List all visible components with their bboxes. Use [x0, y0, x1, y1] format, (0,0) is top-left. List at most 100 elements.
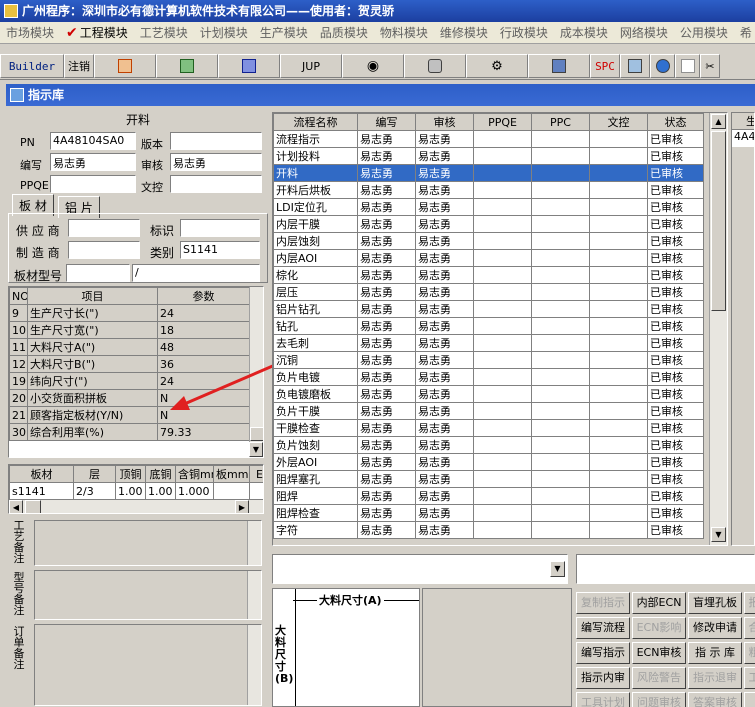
- action-button[interactable]: 粗: [744, 642, 755, 664]
- jup-button[interactable]: JUP: [280, 54, 342, 78]
- model-note-field[interactable]: [34, 570, 262, 620]
- menu-item-process[interactable]: 工艺模块: [134, 22, 194, 43]
- report-button[interactable]: [94, 54, 156, 78]
- column-header-value[interactable]: 参数: [157, 287, 250, 305]
- scroll-left-arrow-icon[interactable]: ◀: [9, 500, 23, 513]
- action-button[interactable]: 报: [744, 592, 755, 614]
- menu-item-production[interactable]: 生产模块: [254, 22, 314, 43]
- menu-item-more[interactable]: 希: [734, 22, 755, 43]
- column-header[interactable]: 板材: [9, 465, 74, 483]
- table-row[interactable]: LDI定位孔 易志勇 易志勇 已审核: [273, 198, 704, 216]
- supplier-field[interactable]: [68, 219, 140, 237]
- scroll-right-arrow-icon[interactable]: ▶: [235, 500, 249, 513]
- action-button[interactable]: 工: [744, 667, 755, 689]
- table-row[interactable]: 开料后烘板 易志勇 易志勇 已审核: [273, 181, 704, 199]
- scroll-up-arrow-icon[interactable]: ▲: [711, 114, 726, 129]
- column-header[interactable]: 状态: [647, 113, 704, 131]
- action-button[interactable]: 答案审核: [688, 692, 742, 707]
- action-button[interactable]: 编写流程: [576, 617, 630, 639]
- action-button[interactable]: 指 示 库: [688, 642, 742, 664]
- board-model-field-2[interactable]: /: [132, 264, 260, 282]
- menu-item-network[interactable]: 网络模块: [614, 22, 674, 43]
- database-button[interactable]: [404, 54, 466, 78]
- param-value[interactable]: 24: [157, 304, 250, 322]
- ppqe-field[interactable]: [50, 175, 136, 193]
- table-row[interactable]: 阻焊检查 易志勇 易志勇 已审核: [273, 504, 704, 522]
- board-model-field[interactable]: [66, 264, 130, 282]
- column-header[interactable]: PPQE: [473, 113, 532, 131]
- hscroll-thumb[interactable]: [25, 500, 41, 513]
- calendar-button[interactable]: [620, 54, 650, 78]
- action-button[interactable]: 复制指示: [576, 592, 630, 614]
- menu-item-quality[interactable]: 品质模块: [314, 22, 374, 43]
- builder-button[interactable]: Builder: [0, 54, 64, 78]
- instruction-combo[interactable]: [576, 554, 755, 584]
- note-scrollbar[interactable]: [247, 571, 261, 619]
- dropdown-arrow-icon[interactable]: ▼: [550, 561, 565, 577]
- table-row[interactable]: 流程指示 易志勇 易志勇 已审核: [273, 130, 704, 148]
- column-header[interactable]: E: [249, 465, 263, 483]
- cut-button[interactable]: ✂: [700, 54, 720, 78]
- param-value[interactable]: 79.33: [157, 423, 250, 441]
- column-header[interactable]: 层: [73, 465, 116, 483]
- table-row[interactable]: 干膜检查 易志勇 易志勇 已审核: [273, 419, 704, 437]
- column-header[interactable]: 文控: [589, 113, 648, 131]
- table-row[interactable]: 30 综合利用率(%) 79.33: [9, 423, 250, 441]
- column-header[interactable]: 板mm: [213, 465, 250, 483]
- action-button[interactable]: 修改申请: [688, 617, 742, 639]
- right-panel-cell[interactable]: 4A4: [732, 130, 754, 147]
- order-note-field[interactable]: [34, 624, 262, 706]
- scroll-thumb[interactable]: [711, 131, 726, 311]
- flow-scrollbar[interactable]: ▲ ▼: [709, 113, 727, 545]
- version-field[interactable]: [170, 132, 262, 150]
- doc-control-field[interactable]: [170, 175, 262, 193]
- table-row[interactable]: 10 生产尺寸宽(") 18: [9, 321, 250, 339]
- menu-item-engineering[interactable]: ✔ 工程模块: [60, 22, 134, 43]
- table-row[interactable]: 负片蚀刻 易志勇 易志勇 已审核: [273, 436, 704, 454]
- column-header[interactable]: 审核: [415, 113, 474, 131]
- menu-item-public[interactable]: 公用模块: [674, 22, 734, 43]
- table-row[interactable]: s1141 2/3 1.00 1.00 1.000: [9, 482, 263, 500]
- table-row[interactable]: 计划投料 易志勇 易志勇 已审核: [273, 147, 704, 165]
- menu-item-market[interactable]: 市场模块: [0, 22, 60, 43]
- note-scrollbar[interactable]: [247, 521, 261, 565]
- action-button[interactable]: ECN影响: [632, 617, 686, 639]
- scroll-down-arrow-icon[interactable]: ▼: [711, 527, 726, 542]
- action-button[interactable]: ECN审核: [632, 642, 686, 664]
- param-value[interactable]: 48: [157, 338, 250, 356]
- action-button[interactable]: 内部ECN: [632, 592, 686, 614]
- action-button[interactable]: 合: [744, 617, 755, 639]
- mark-field[interactable]: [180, 219, 260, 237]
- table-row[interactable]: 内层AOI 易志勇 易志勇 已审核: [273, 249, 704, 267]
- column-header[interactable]: 编写: [357, 113, 416, 131]
- action-button[interactable]: 指示内审: [576, 667, 630, 689]
- flow-combo[interactable]: ▼: [272, 554, 568, 584]
- table-row[interactable]: 阻焊塞孔 易志勇 易志勇 已审核: [273, 470, 704, 488]
- excel-button[interactable]: [156, 54, 218, 78]
- view-button[interactable]: ◉: [342, 54, 404, 78]
- column-header[interactable]: 含铜mm: [175, 465, 214, 483]
- browser-button[interactable]: [650, 54, 675, 78]
- material-hscrollbar[interactable]: ◀ ▶: [9, 500, 263, 513]
- action-button[interactable]: 工具计划: [576, 692, 630, 707]
- action-button[interactable]: 问题审核: [632, 692, 686, 707]
- column-header[interactable]: 流程名称: [273, 113, 358, 131]
- review-field[interactable]: 易志勇: [170, 153, 262, 171]
- pn-field[interactable]: 4A48104SA0: [50, 132, 136, 150]
- table-row[interactable]: 钻孔 易志勇 易志勇 已审核: [273, 317, 704, 335]
- action-button[interactable]: 盲埋孔板: [688, 592, 742, 614]
- action-button[interactable]: 编写指示: [576, 642, 630, 664]
- scroll-thumb[interactable]: [250, 427, 263, 441]
- table-row[interactable]: 沉铜 易志勇 易志勇 已审核: [273, 351, 704, 369]
- table-row[interactable]: 铝片钻孔 易志勇 易志勇 已审核: [273, 300, 704, 318]
- action-button[interactable]: [744, 692, 755, 707]
- menu-item-admin[interactable]: 行政模块: [494, 22, 554, 43]
- table-row[interactable]: 负电镀磨板 易志勇 易志勇 已审核: [273, 385, 704, 403]
- table-row[interactable]: 棕化 易志勇 易志勇 已审核: [273, 266, 704, 284]
- note-scrollbar[interactable]: [247, 625, 261, 705]
- table-row[interactable]: 负片电镀 易志勇 易志勇 已审核: [273, 368, 704, 386]
- menu-item-cost[interactable]: 成本模块: [554, 22, 614, 43]
- process-note-field[interactable]: [34, 520, 262, 566]
- table-row[interactable]: 字符 易志勇 易志勇 已审核: [273, 521, 704, 539]
- table-row[interactable]: 层压 易志勇 易志勇 已审核: [273, 283, 704, 301]
